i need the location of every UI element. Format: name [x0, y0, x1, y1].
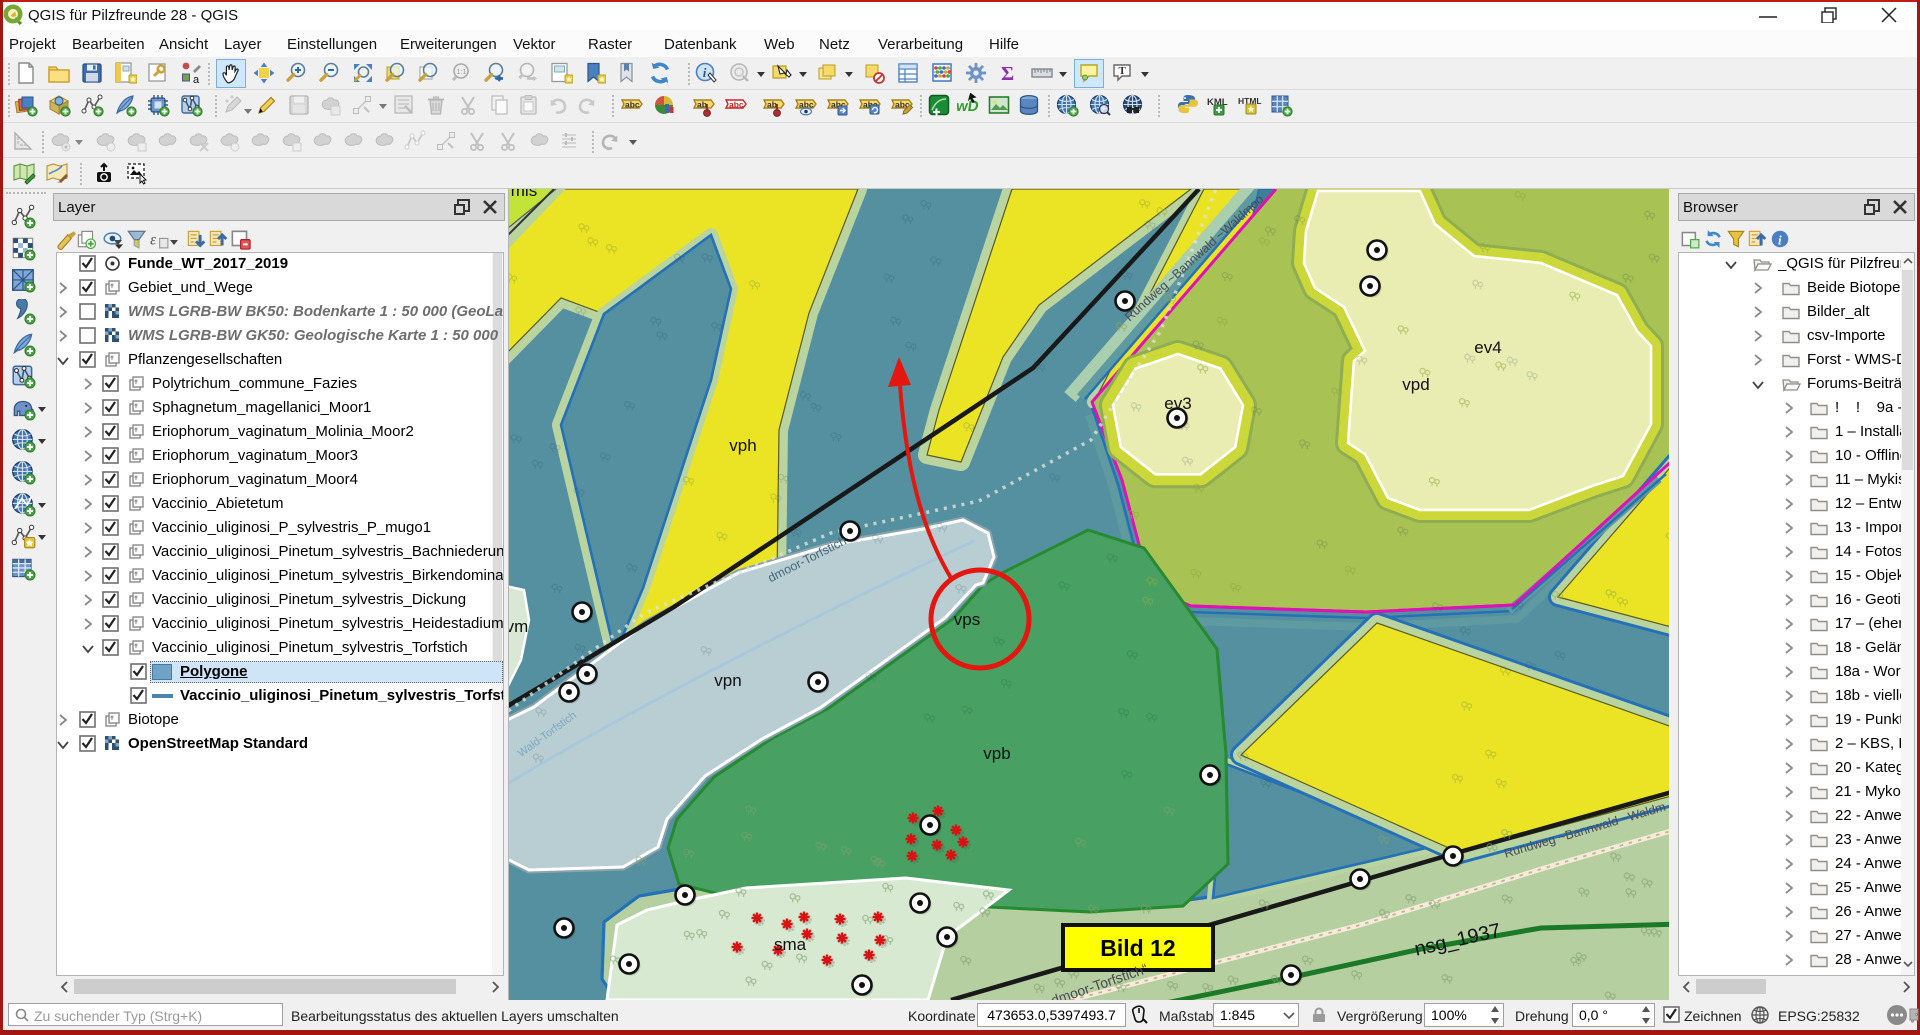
- svg-text:ev3: ev3: [1164, 394, 1191, 413]
- svg-text:mis: mis: [511, 189, 537, 200]
- svg-text:vpn: vpn: [714, 671, 741, 690]
- svg-text:vm: vm: [509, 617, 528, 636]
- svg-text:Bild 12: Bild 12: [1100, 935, 1175, 961]
- svg-text:i: i: [1778, 232, 1782, 247]
- svg-text:abc: abc: [625, 100, 640, 110]
- svg-text:ε: ε: [150, 231, 157, 248]
- svg-text:ab: ab: [697, 100, 707, 110]
- svg-text:vps: vps: [954, 610, 980, 629]
- svg-text:sma: sma: [774, 935, 807, 954]
- svg-text:abc: abc: [729, 100, 744, 110]
- svg-text:1:1: 1:1: [457, 69, 467, 76]
- svg-text:vpb: vpb: [983, 744, 1010, 763]
- svg-text:Σ: Σ: [1001, 63, 1014, 85]
- svg-text:ab: ab: [767, 100, 777, 110]
- svg-text:T: T: [1119, 65, 1127, 77]
- svg-text:ev4: ev4: [1474, 338, 1501, 357]
- svg-text:a: a: [193, 74, 200, 85]
- svg-text:vpd: vpd: [1402, 375, 1429, 394]
- svg-text:i: i: [703, 65, 707, 80]
- svg-text:vph: vph: [729, 436, 756, 455]
